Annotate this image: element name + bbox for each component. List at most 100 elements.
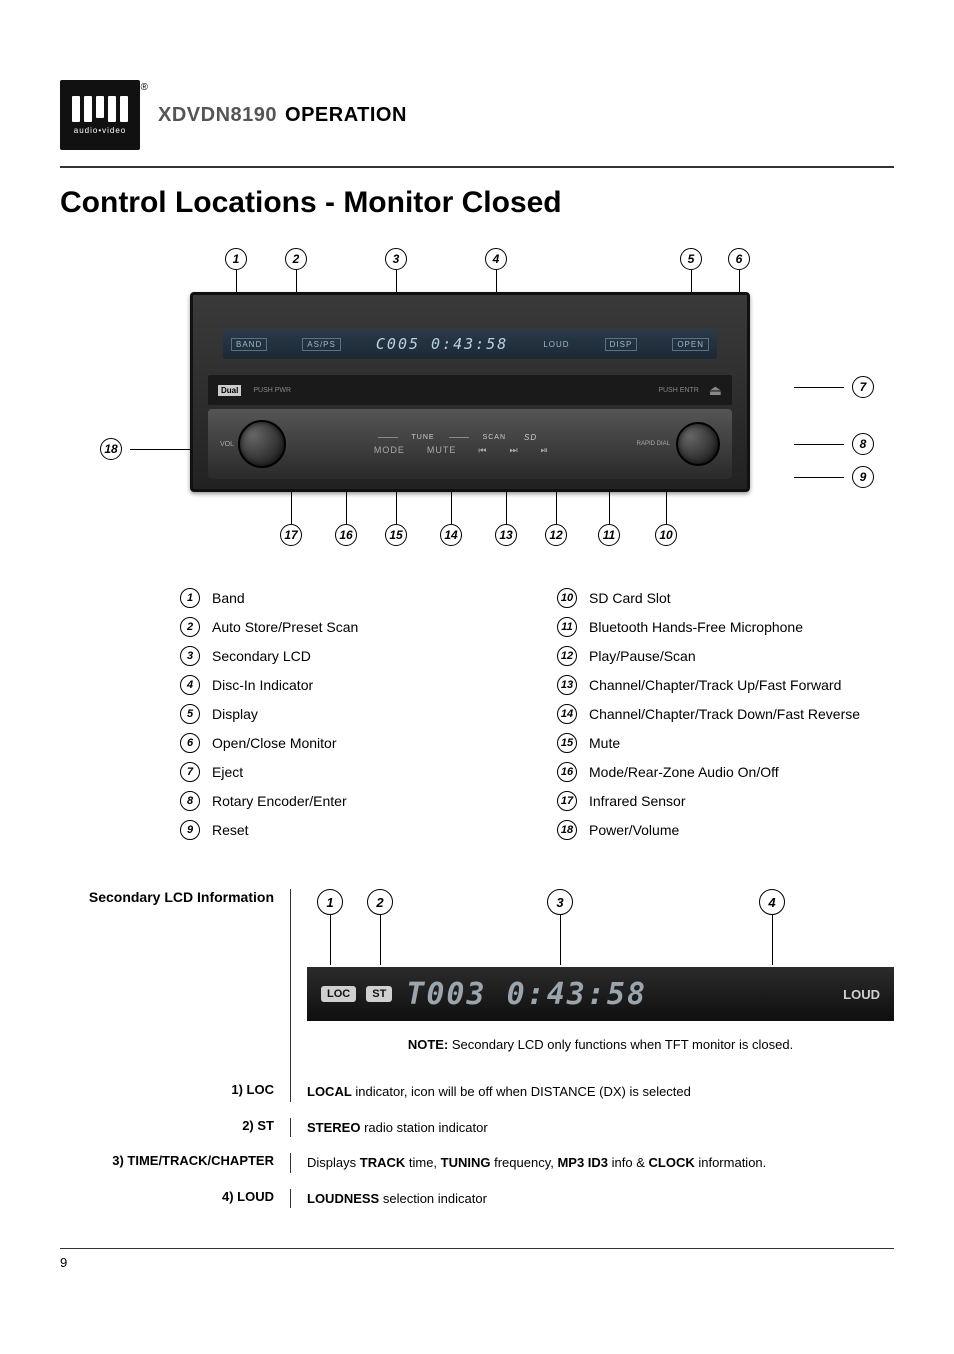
- operation-label: OPERATION: [285, 104, 407, 127]
- legend-item-text: Band: [212, 590, 245, 606]
- push-entr-label: PUSH ENTR: [658, 387, 698, 394]
- mute-button[interactable]: MUTE: [427, 445, 457, 456]
- legend-item: 18Power/Volume: [557, 820, 894, 840]
- legend-item: 14Channel/Chapter/Track Down/Fast Revers…: [557, 704, 894, 724]
- rotary-encoder-knob[interactable]: [676, 422, 720, 466]
- callout-16: 16: [335, 524, 357, 546]
- legend-item-text: Rotary Encoder/Enter: [212, 793, 347, 809]
- callout-10: 10: [655, 524, 677, 546]
- logo-subtext: audio•video: [74, 126, 127, 135]
- eject-icon[interactable]: ⏏: [709, 382, 722, 399]
- definition-label: 3) TIME/TRACK/CHAPTER: [60, 1153, 290, 1173]
- legend-item-text: Display: [212, 706, 258, 722]
- secondary-lcd: LOC ST T003 0:43:58 LOUD: [307, 967, 894, 1021]
- legend-item: 13Channel/Chapter/Track Up/Fast Forward: [557, 675, 894, 695]
- legend-item: 9 Reset: [180, 820, 517, 840]
- side-callout-9: 9: [794, 466, 874, 488]
- callout-2: 2: [285, 248, 307, 270]
- definition-row: 4) LOUDLOUDNESS selection indicator: [60, 1189, 894, 1209]
- legend-item-number: 5: [180, 704, 200, 724]
- asps-button[interactable]: AS/PS: [302, 338, 341, 351]
- legend-item: 11Bluetooth Hands-Free Microphone: [557, 617, 894, 637]
- sec-callout-1: 1: [317, 889, 343, 915]
- legend-item-number: 11: [557, 617, 577, 637]
- page-footer: 9: [60, 1248, 894, 1270]
- prev-button[interactable]: ⏮: [478, 445, 487, 456]
- volume-knob[interactable]: [238, 420, 286, 468]
- legend-item-text: Open/Close Monitor: [212, 735, 337, 751]
- legend-col-left: 1Band2Auto Store/Preset Scan3Secondary L…: [180, 588, 517, 849]
- secondary-lcd-heading: Secondary LCD Information: [60, 889, 290, 1082]
- legend-item-number: 3: [180, 646, 200, 666]
- disp-button[interactable]: DISP: [605, 338, 638, 351]
- secondary-lcd-section: Secondary LCD Information 1 2 3 4 LOC ST…: [60, 889, 894, 1082]
- definition-label: 4) LOUD: [60, 1189, 290, 1209]
- definition-label: 2) ST: [60, 1118, 290, 1138]
- legend-item-text: Reset: [212, 822, 249, 838]
- legend-item: 8 Rotary Encoder/Enter: [180, 791, 517, 811]
- lcd-readout: C005 0:43:58: [376, 335, 508, 353]
- header-title: XDVDN8190 OPERATION: [158, 104, 407, 127]
- next-button[interactable]: ⏭: [509, 445, 518, 456]
- page-title: Control Locations - Monitor Closed: [60, 186, 894, 220]
- legend-item-number: 16: [557, 762, 577, 782]
- legend-item-text: Secondary LCD: [212, 648, 311, 664]
- registered-mark: ®: [141, 82, 148, 93]
- loud-indicator-2: LOUD: [843, 987, 880, 1002]
- definition-text: LOCAL indicator, icon will be off when D…: [290, 1082, 894, 1102]
- legend-item-number: 17: [557, 791, 577, 811]
- disc-slot-strip: Dual PUSH PWR PUSH ENTR ⏏: [208, 375, 732, 405]
- sec-callout-3: 3: [547, 889, 573, 915]
- secondary-readout: T003 0:43:58: [406, 977, 647, 1012]
- note-text: Secondary LCD only functions when TFT mo…: [448, 1037, 793, 1052]
- callout-3: 3: [385, 248, 407, 270]
- logo-bars-icon: [72, 96, 128, 122]
- legend-item: 7Eject: [180, 762, 517, 782]
- callout-9: 9: [852, 466, 874, 488]
- definition-text: LOUDNESS selection indicator: [290, 1189, 894, 1209]
- head-unit: BAND AS/PS C005 0:43:58 LOUD DISP OPEN D…: [190, 292, 750, 492]
- tune-label: TUNE: [412, 434, 435, 441]
- model-number: XDVDN8190: [158, 104, 277, 127]
- page-number: 9: [60, 1255, 67, 1270]
- st-indicator: ST: [366, 986, 392, 1002]
- callout-7: 7: [852, 376, 874, 398]
- legend-item: 1 Band: [180, 588, 517, 608]
- legend-item-number: 12: [557, 646, 577, 666]
- definition-label: 1) LOC: [60, 1082, 290, 1102]
- secondary-note: NOTE: Secondary LCD only functions when …: [307, 1037, 894, 1052]
- dual-badge: Dual: [218, 385, 241, 396]
- legend-columns: 1Band2Auto Store/Preset Scan3Secondary L…: [180, 588, 894, 849]
- legend-item-text: Power/Volume: [589, 822, 679, 838]
- callout-4: 4: [485, 248, 507, 270]
- legend-item-number: 7: [180, 762, 200, 782]
- band-button[interactable]: BAND: [231, 338, 267, 351]
- secondary-callout-row: 1 2 3 4: [299, 889, 894, 927]
- play-button[interactable]: ⏯: [541, 445, 549, 456]
- side-callout-left: 18: [100, 438, 190, 460]
- legend-item-number: 4: [180, 675, 200, 695]
- open-button[interactable]: OPEN: [672, 338, 709, 351]
- loc-indicator: LOC: [321, 986, 356, 1002]
- mode-button[interactable]: MODE: [374, 445, 405, 456]
- legend-item-number: 9: [180, 820, 200, 840]
- vol-label: VOL: [220, 441, 234, 448]
- legend-item: 3 Secondary LCD: [180, 646, 517, 666]
- legend-item-number: 8: [180, 791, 200, 811]
- header-divider: [60, 166, 894, 168]
- legend-item-number: 6: [180, 733, 200, 753]
- sd-label: SD: [524, 433, 537, 442]
- legend-item: 12 Play/Pause/Scan: [557, 646, 894, 666]
- callout-17: 17: [280, 524, 302, 546]
- bottom-callout-row: 17 16 15 14 13 12 11 10: [130, 498, 854, 548]
- legend-item-number: 1: [180, 588, 200, 608]
- callout-11: 11: [598, 524, 620, 546]
- legend-item-text: Play/Pause/Scan: [589, 648, 696, 664]
- definition-row: 3) TIME/TRACK/CHAPTERDisplays TRACK time…: [60, 1153, 894, 1173]
- legend-item-number: 2: [180, 617, 200, 637]
- sec-callout-2: 2: [367, 889, 393, 915]
- legend-col-right: 10SD Card Slot11Bluetooth Hands-Free Mic…: [557, 588, 894, 849]
- legend-item-text: Channel/Chapter/Track Down/Fast Reverse: [589, 706, 860, 722]
- legend-item-text: Mute: [589, 735, 620, 751]
- definition-text: Displays TRACK time, TUNING frequency, M…: [290, 1153, 894, 1173]
